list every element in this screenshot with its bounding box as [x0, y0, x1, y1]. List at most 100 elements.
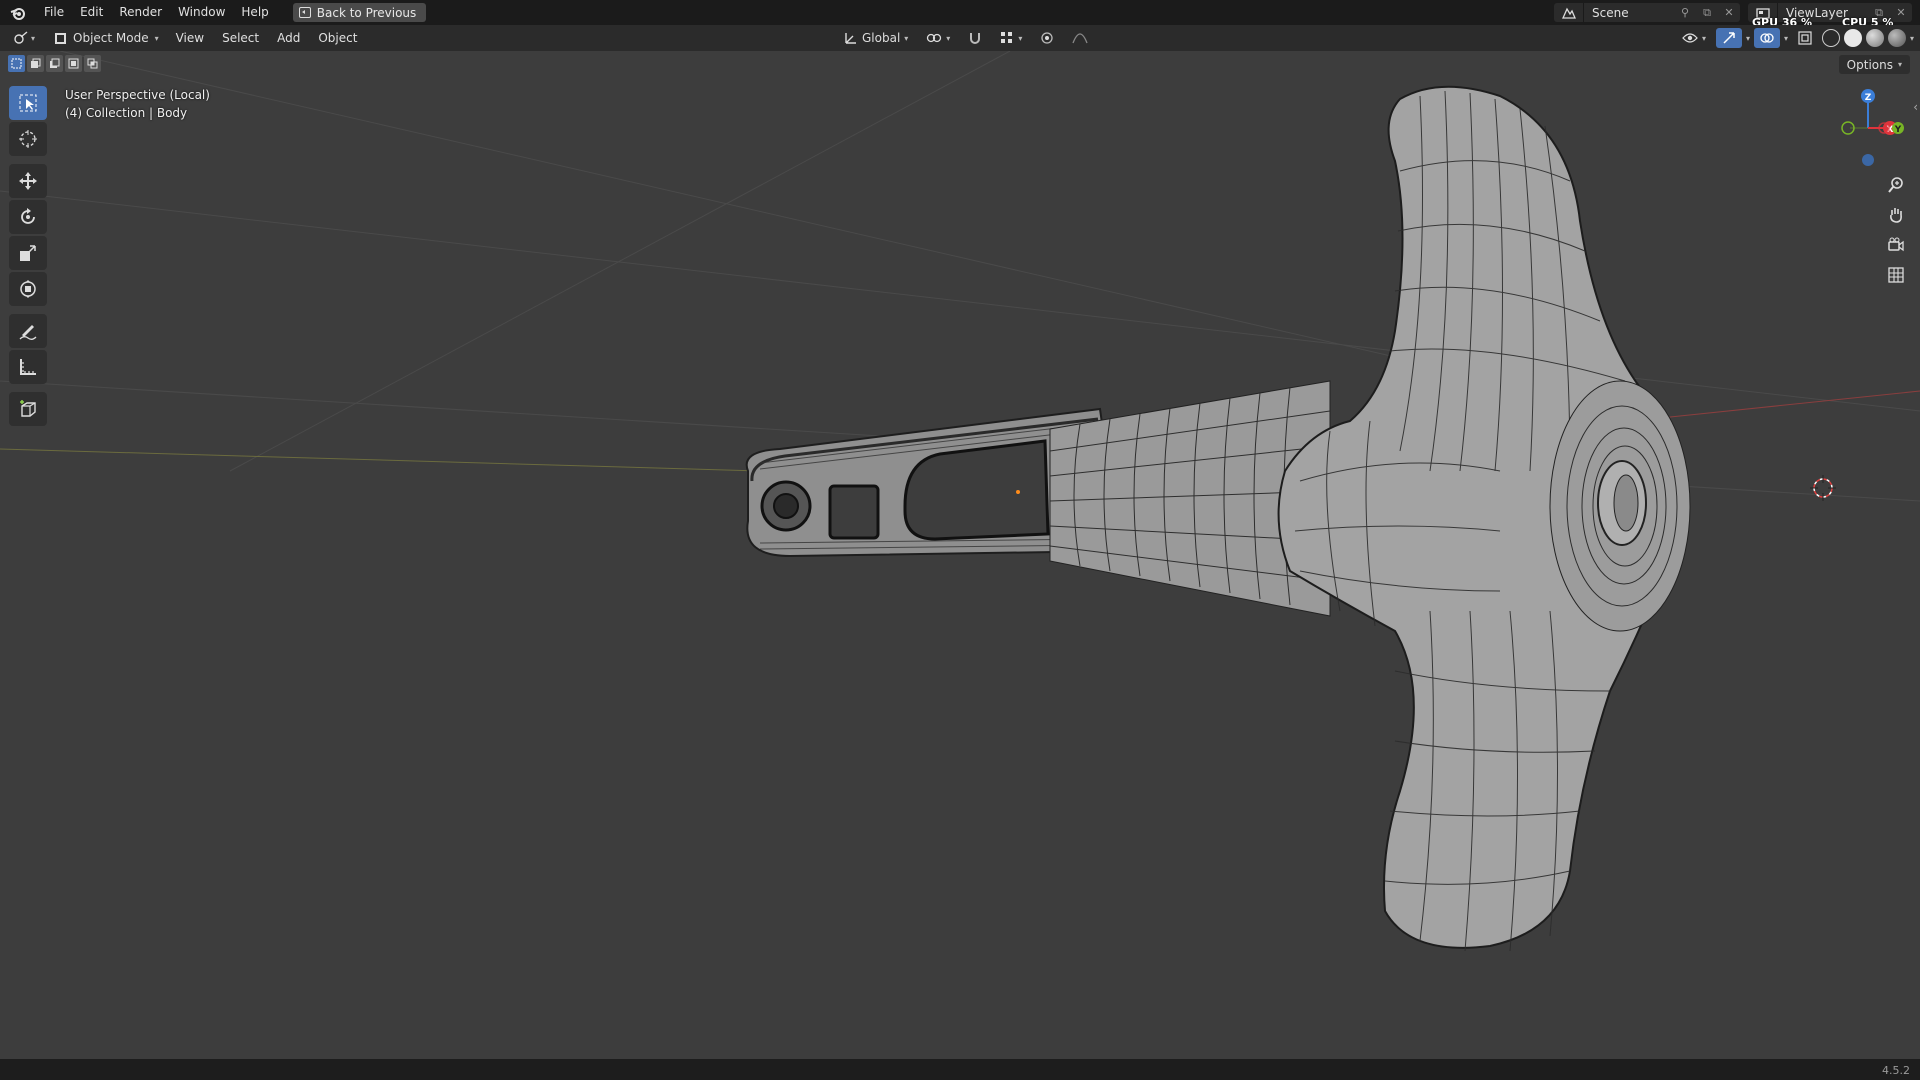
- magnet-icon: [970, 33, 981, 44]
- select-intersect-icon[interactable]: [84, 55, 101, 72]
- move-icon: [19, 172, 37, 190]
- transform-icon: [20, 280, 36, 298]
- pin-icon[interactable]: ⚲: [1674, 3, 1696, 22]
- neg-z-axis-handle[interactable]: [1862, 154, 1874, 166]
- measure-tool[interactable]: [9, 350, 47, 384]
- chevron-down-icon: ▾: [154, 33, 159, 43]
- chevron-down-icon: ▾: [1018, 33, 1023, 43]
- snap-toggle[interactable]: [962, 28, 988, 48]
- menu-edit[interactable]: Edit: [72, 0, 111, 25]
- menu-window[interactable]: Window: [170, 0, 233, 25]
- falloff-dropdown[interactable]: [1066, 28, 1094, 48]
- version-label: 4.5.2: [1882, 1064, 1910, 1077]
- proportional-editing-icon: [1041, 32, 1053, 44]
- pivot-link-icon: [927, 33, 942, 43]
- grid-projection-icon: [1888, 267, 1904, 283]
- add-cube-tool[interactable]: [9, 392, 47, 426]
- move-tool[interactable]: [9, 164, 47, 198]
- menu-file[interactable]: File: [36, 0, 72, 25]
- transform-orientation-dropdown[interactable]: Global ▾: [838, 28, 914, 48]
- camera-view-button[interactable]: [1882, 231, 1910, 259]
- zoom-view-button[interactable]: [1882, 171, 1910, 199]
- select-subtract-icon[interactable]: [46, 55, 63, 72]
- viewport-display-controls: ▾ ▾ ▾ ▾: [1676, 28, 1914, 48]
- menu-view[interactable]: View: [167, 31, 213, 45]
- y-axis-line: [0, 448, 761, 472]
- object-mode-icon: [55, 32, 66, 44]
- annotate-tool[interactable]: [9, 314, 47, 348]
- mode-dropdown[interactable]: Object Mode ▾: [48, 28, 167, 48]
- add-cube-icon: [20, 400, 36, 417]
- gizmo-arrow-icon: [1723, 32, 1735, 44]
- blender-logo-icon[interactable]: [8, 3, 28, 23]
- scale-tool[interactable]: [9, 236, 47, 270]
- select-extend-icon[interactable]: [27, 55, 44, 72]
- rotate-tool[interactable]: [9, 200, 47, 234]
- scene-name[interactable]: Scene: [1584, 6, 1674, 20]
- toggle-projection-button[interactable]: [1882, 261, 1910, 289]
- camera-icon: [1888, 237, 1904, 252]
- transform-controls: Global ▾ ▾ ▾: [838, 28, 1094, 48]
- scene-icon[interactable]: [1554, 3, 1584, 22]
- sidebar-toggle-icon[interactable]: ‹: [1913, 100, 1918, 114]
- 3d-cursor-icon[interactable]: [1810, 475, 1836, 501]
- delete-scene-icon[interactable]: ✕: [1718, 3, 1740, 22]
- chevron-down-icon[interactable]: ▾: [1784, 34, 1788, 43]
- selection-mode-buttons: [8, 55, 101, 72]
- collection-info: (4) Collection | Body: [65, 106, 188, 120]
- transform-tool[interactable]: [9, 272, 47, 306]
- snap-target-dropdown[interactable]: ▾: [994, 28, 1028, 48]
- snap-grid-icon: [1001, 32, 1013, 43]
- chevron-down-icon: ▾: [1897, 60, 1902, 69]
- hand-icon: [1890, 208, 1902, 223]
- gizmo-toggle[interactable]: [1715, 28, 1742, 48]
- z-axis-label: Z: [1865, 93, 1872, 103]
- options-dropdown[interactable]: Options ▾: [1838, 55, 1910, 74]
- solid-shading-icon[interactable]: [1843, 29, 1862, 47]
- rendered-shading-icon[interactable]: [1887, 29, 1906, 47]
- mode-label: Object Mode: [73, 31, 149, 45]
- cursor-tool[interactable]: [9, 122, 47, 156]
- editor-type-selector[interactable]: ▾: [6, 28, 42, 48]
- select-new-icon[interactable]: [8, 55, 25, 72]
- falloff-curve-icon: [1072, 33, 1088, 44]
- options-label: Options: [1846, 57, 1893, 72]
- overlays-toggle[interactable]: [1753, 28, 1780, 48]
- pivot-point-dropdown[interactable]: ▾: [920, 28, 956, 48]
- viewport-header: ▾ Object Mode ▾ View Select Add Object G…: [0, 25, 1920, 51]
- 3d-viewport-icon: [14, 31, 28, 44]
- chevron-down-icon[interactable]: ▾: [1746, 34, 1750, 43]
- menu-select[interactable]: Select: [213, 31, 268, 45]
- overlays-icon: [1760, 33, 1774, 43]
- back-to-previous-label: Back to Previous: [316, 5, 417, 20]
- select-box-icon: [19, 94, 37, 112]
- chevron-down-icon: ▾: [904, 33, 909, 43]
- orientation-axes-icon: [845, 33, 856, 44]
- mesh-model: [745, 85, 1691, 952]
- select-invert-icon[interactable]: [65, 55, 82, 72]
- xray-toggle[interactable]: [1792, 28, 1818, 48]
- proportional-editing-toggle[interactable]: [1034, 28, 1060, 48]
- material-shading-icon[interactable]: [1865, 29, 1884, 47]
- transform-orientation-label: Global: [862, 31, 901, 45]
- select-box-tool[interactable]: [9, 86, 47, 120]
- menu-object[interactable]: Object: [309, 31, 366, 45]
- chevron-down-icon[interactable]: ▾: [1910, 34, 1914, 43]
- measure-ruler-icon: [20, 359, 36, 375]
- visibility-dropdown[interactable]: ▾: [1676, 28, 1712, 48]
- menu-help[interactable]: Help: [233, 0, 276, 25]
- scale-icon: [20, 245, 36, 261]
- eye-icon: [1682, 33, 1698, 43]
- back-to-previous-button[interactable]: Back to Previous: [292, 3, 427, 22]
- menu-render[interactable]: Render: [111, 0, 170, 25]
- menu-add[interactable]: Add: [268, 31, 309, 45]
- xray-icon: [1798, 31, 1812, 45]
- pan-view-button[interactable]: [1882, 201, 1910, 229]
- chevron-down-icon: ▾: [1701, 33, 1706, 43]
- 3d-viewport[interactable]: [0, 51, 1920, 1059]
- chevron-down-icon: ▾: [946, 33, 951, 43]
- navigation-gizmo[interactable]: Z X Y: [1826, 86, 1906, 166]
- new-scene-icon[interactable]: ⧉: [1696, 3, 1718, 22]
- wireframe-shading-icon[interactable]: [1821, 29, 1840, 47]
- scene-selector[interactable]: Scene ⚲ ⧉ ✕: [1554, 3, 1740, 22]
